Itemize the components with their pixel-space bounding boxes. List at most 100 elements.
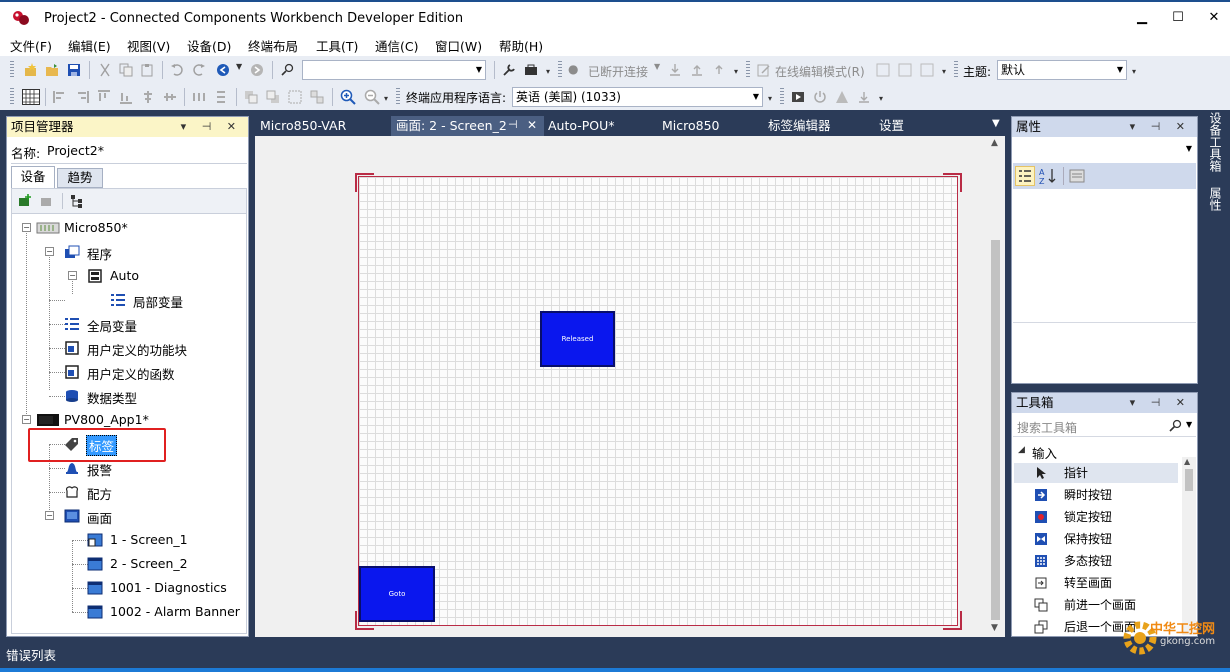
vertical-scrollbar[interactable]: ▲ ▼ [988,136,1004,637]
tree-item-auto[interactable]: Auto [110,268,139,283]
tree-item-data-types[interactable]: 数据类型 [87,388,137,407]
scroll-up-icon[interactable]: ▲ [991,138,998,148]
collapse-toggle[interactable]: − [45,511,54,520]
paste-icon[interactable] [140,63,154,77]
panel-controls[interactable]: ▾ ⊣ ✕ [1130,393,1191,413]
zoom-out-icon[interactable] [364,89,380,105]
tree-item-alarm-banner[interactable]: 1002 - Alarm Banner [110,604,240,619]
align-left-icon[interactable] [53,90,67,104]
selection-handle[interactable] [942,610,962,630]
menu-view[interactable]: 视图(V) [127,36,170,55]
selection-handle[interactable] [355,173,375,193]
cut-icon[interactable] [98,63,112,77]
bring-front-icon[interactable] [244,90,258,104]
tree-item-diagnostics[interactable]: 1001 - Diagnostics [110,580,227,595]
align-bottom-icon[interactable] [119,90,133,104]
wrench-icon[interactable] [502,63,516,77]
back-dropdown-icon[interactable]: ▼ [236,62,242,71]
align-middle-icon[interactable] [163,90,177,104]
toolbox-item-pointer[interactable]: 指针 [1014,463,1178,483]
properties-side-tab[interactable]: 属性 [1205,187,1222,211]
object-selector[interactable]: ▼ [1013,139,1196,161]
overflow-icon[interactable]: ▾ [879,94,883,103]
ungroup-icon[interactable] [310,90,324,104]
edit-cancel-icon[interactable] [920,63,934,77]
toolbar-grip[interactable] [558,61,562,79]
collapse-toggle[interactable]: − [68,271,77,280]
distribute-horizontal-icon[interactable] [192,90,206,104]
tab-devices[interactable]: 设备 [11,166,55,188]
disconnected-label[interactable]: 已断开连接 [588,63,648,80]
connection-dropdown-icon[interactable]: ▼ [654,62,660,71]
menu-window[interactable]: 窗口(W) [435,36,482,55]
theme-select[interactable]: 默认 ▼ [997,60,1127,80]
align-top-icon[interactable] [97,90,111,104]
toolbox-item-maintained-button[interactable]: 保持按钮 [1014,529,1178,549]
download-icon[interactable] [668,63,682,77]
warning-icon[interactable] [835,90,849,104]
add-device-icon[interactable] [18,194,32,208]
toolbox-icon[interactable] [524,63,538,77]
toolbar-grip[interactable] [746,61,750,79]
undo-icon[interactable] [170,63,184,77]
tab-trends[interactable]: 趋势 [57,168,103,188]
tree-item-screen-1[interactable]: 1 - Screen_1 [110,532,188,547]
tab-micro850-var[interactable]: Micro850-VAR [255,116,351,136]
overflow-icon[interactable]: ▾ [942,67,946,76]
copy-icon[interactable] [119,63,133,77]
redo-icon[interactable] [192,63,206,77]
group-icon[interactable] [288,90,302,104]
open-project-icon[interactable] [45,63,59,77]
upload-icon[interactable] [690,63,704,77]
tab-list-dropdown-icon[interactable]: ▼ [992,118,1000,129]
released-button[interactable]: Released [540,311,615,367]
edit-test-icon[interactable] [898,63,912,77]
close-button[interactable]: ✕ [1196,6,1230,30]
overflow-icon[interactable]: ▾ [734,67,738,76]
grid-icon[interactable] [22,89,40,105]
remove-device-icon[interactable] [40,194,54,208]
toolbox-item-momentary-button[interactable]: 瞬时按钮 [1014,485,1178,505]
toolbox-item-multistate-button[interactable]: 多态按钮 [1014,551,1178,571]
transfer-icon[interactable] [857,90,871,104]
search-combo[interactable]: ▼ [302,60,486,80]
new-project-icon[interactable] [24,63,38,77]
toolbar-grip[interactable] [954,61,958,79]
overflow-icon[interactable]: ▾ [1132,67,1136,76]
overflow-icon[interactable]: ▾ [768,94,772,103]
menu-edit[interactable]: 编辑(E) [68,36,111,55]
toolbox-search-input[interactable]: 搜索工具箱 ▼ [1013,415,1196,437]
toolbar-grip[interactable] [780,88,784,106]
navigate-forward-icon[interactable] [250,63,264,77]
toolbox-item-latched-button[interactable]: 锁定按钮 [1014,507,1178,527]
tree-item-programs[interactable]: 程序 [87,244,112,263]
online-edit-label[interactable]: 在线编辑模式(R) [775,63,865,80]
tree-item-user-functions[interactable]: 用户定义的函数 [87,364,175,383]
menu-device[interactable]: 设备(D) [187,36,231,55]
upload-alt-icon[interactable] [712,63,726,77]
panel-controls[interactable]: ▾ ⊣ ✕ [1130,117,1191,137]
scrollbar-thumb[interactable] [1185,469,1193,491]
terminal-language-select[interactable]: 英语 (美国) (1033) ▼ [512,87,763,107]
selection-handle[interactable] [355,610,375,630]
panel-controls[interactable]: ▾ ⊣ ✕ [181,117,242,137]
tree-item-screens[interactable]: 画面 [87,508,112,527]
align-center-icon[interactable] [141,90,155,104]
menu-file[interactable]: 文件(F) [10,36,52,55]
toolbox-group-input[interactable]: 输入 [1032,443,1057,462]
menu-terminal-layout[interactable]: 终端布局 [248,36,298,55]
tree-item-global-variables[interactable]: 全局变量 [87,316,137,335]
tree-item-alarms[interactable]: 报警 [87,460,112,479]
overflow-icon[interactable]: ▾ [384,94,388,103]
tree-item-pv800-app[interactable]: PV800_App1* [64,412,149,427]
menu-tools[interactable]: 工具(T) [316,36,358,55]
tree-item-screen-2[interactable]: 2 - Screen_2 [110,556,188,571]
selection-handle[interactable] [942,173,962,193]
device-toolbox-tab[interactable]: 设备工具箱 [1205,112,1222,172]
tab-settings[interactable]: 设置 [874,116,909,136]
runtime-icon[interactable] [791,90,805,104]
scroll-up-icon[interactable]: ▲ [1184,457,1190,466]
search-icon[interactable] [1169,419,1183,433]
tab-screen-2-active[interactable]: 画面: 2 - Screen_2 ⊣ ✕ [391,116,544,136]
sort-alphabetical-icon[interactable]: AZ [1039,167,1057,185]
